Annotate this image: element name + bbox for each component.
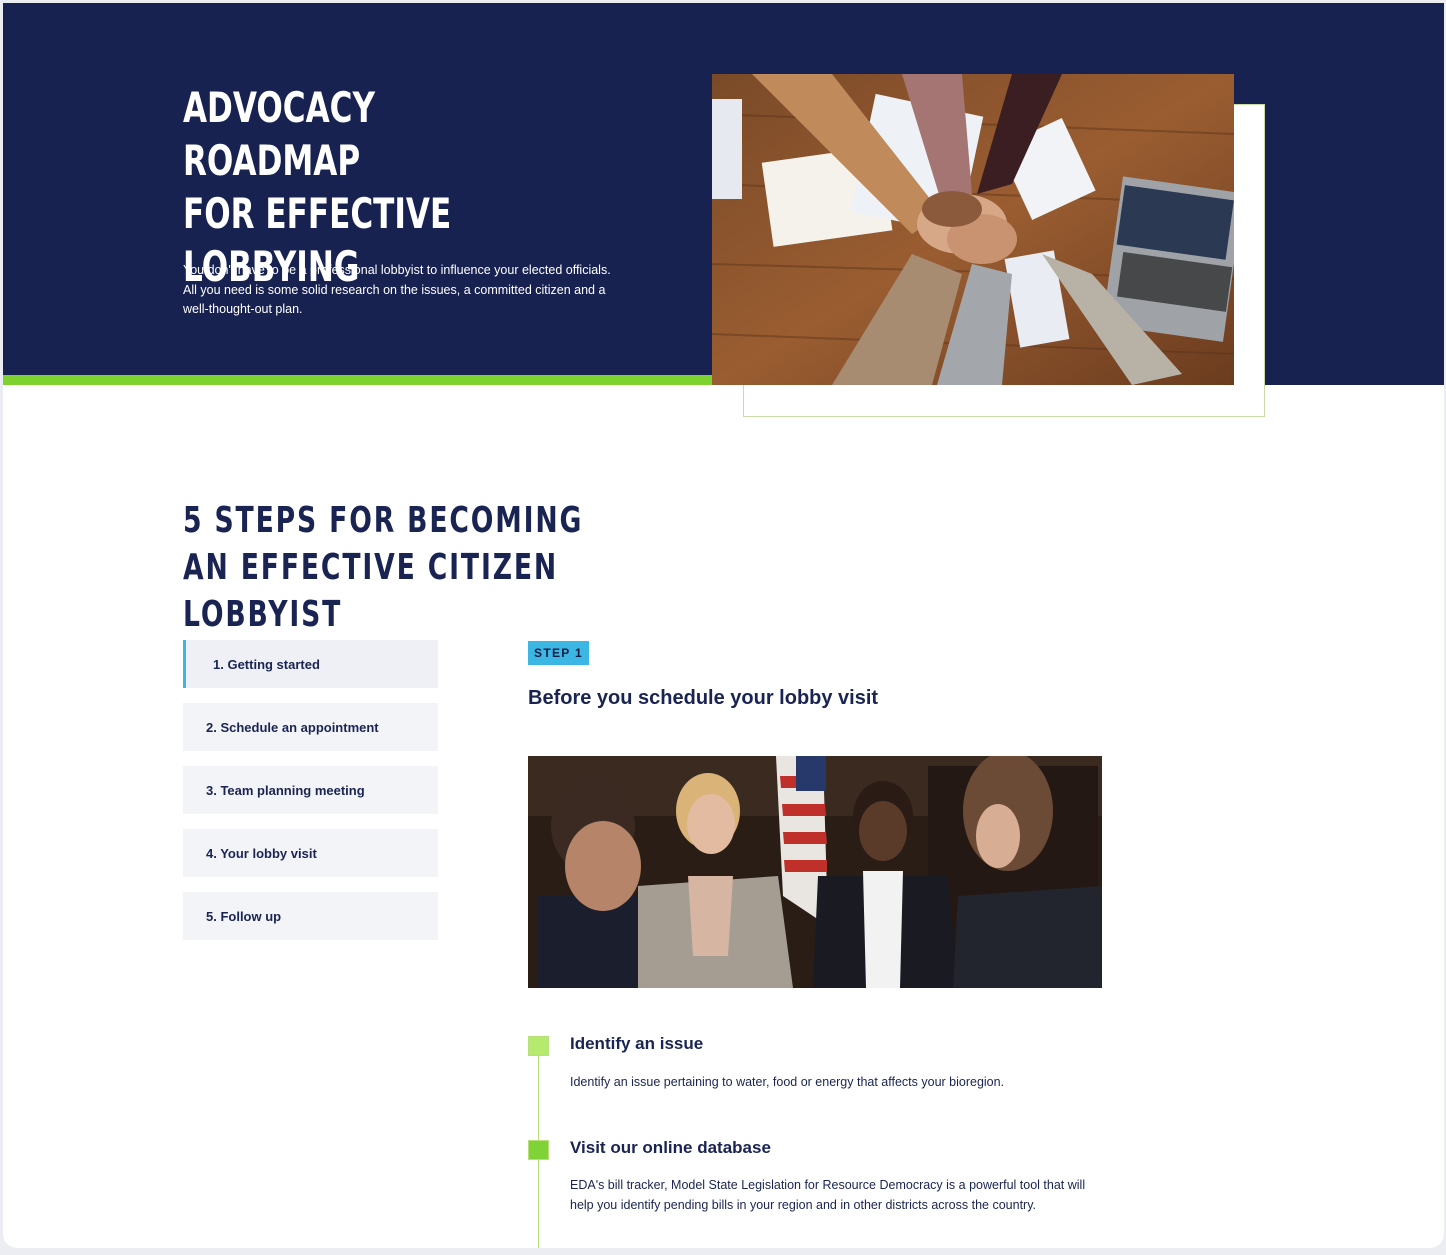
people-meeting-image [528,756,1102,988]
tab-team-planning-meeting[interactable]: 3. Team planning meeting [183,766,438,814]
timeline-marker [528,1140,549,1160]
hero-accent-bar [3,375,712,385]
timeline-item-title: Visit our online database [570,1138,771,1157]
steps-section-title: 5 STEPS FOR BECOMING AN EFFECTIVE CITIZE… [183,500,584,635]
tab-your-lobby-visit[interactable]: 4. Your lobby visit [183,829,438,877]
meeting-photo [528,756,1102,988]
tab-follow-up[interactable]: 5. Follow up [183,892,438,940]
timeline-marker [528,1036,549,1056]
tab-getting-started[interactable]: 1. Getting started [183,640,438,688]
timeline-item-title: Identify an issue [570,1034,704,1053]
timeline-item-text: Identify an issue pertaining to water, f… [570,1075,1005,1089]
hero-photo [712,74,1234,385]
tab-schedule-appointment[interactable]: 2. Schedule an appointment [183,703,438,751]
page: ADVOCACY ROADMAP FOR EFFECTIVE LOBBYING … [3,3,1444,1248]
hero-description: You don't have to be a professional lobb… [183,263,611,316]
hands-stacked-image [712,74,1234,385]
step-badge: STEP 1 [528,641,589,665]
step-heading: Before you schedule your lobby visit [528,687,879,709]
timeline-item-text: EDA's bill tracker, Model State Legislat… [570,1178,1086,1212]
